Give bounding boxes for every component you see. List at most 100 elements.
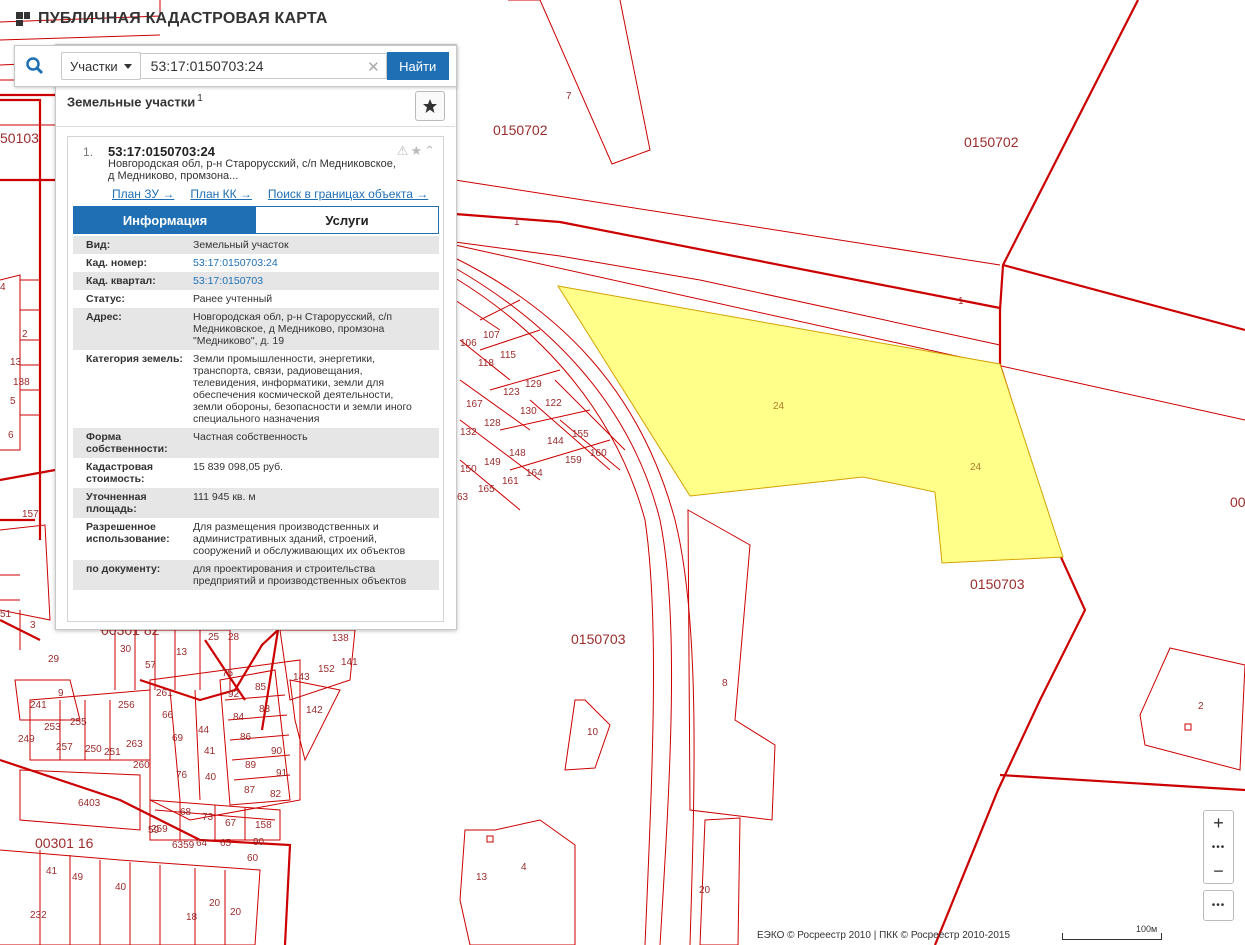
search-button[interactable]: Найти — [386, 52, 449, 80]
zoom-in-button[interactable]: + — [1204, 811, 1233, 835]
svg-text:257: 257 — [56, 742, 73, 753]
plan-kk-link[interactable]: План КК → — [190, 187, 252, 201]
info-value: Земли промышленности, энергетики, трансп… — [193, 353, 412, 425]
svg-text:91: 91 — [276, 768, 288, 779]
info-value: 111 945 кв. м — [193, 491, 256, 503]
svg-text:6403: 6403 — [78, 798, 101, 809]
results-title-text: Земельные участки — [67, 94, 196, 110]
info-row: Кад. номер: 53:17:0150703:24 — [73, 254, 439, 272]
info-key: Разрешенное использование: — [86, 521, 170, 545]
svg-text:152: 152 — [318, 664, 335, 675]
svg-text:59: 59 — [148, 825, 160, 836]
svg-text:4: 4 — [521, 862, 527, 873]
svg-text:69: 69 — [172, 733, 184, 744]
cadastral-number-link[interactable]: 53:17:0150703:24 — [193, 257, 413, 269]
info-key: Вид: — [86, 239, 111, 251]
cadastral-quarter-link[interactable]: 53:17:0150703 — [193, 275, 413, 287]
search-input[interactable]: 53:17:0150703:24 ✕ — [140, 53, 387, 79]
svg-text:256: 256 — [118, 700, 135, 711]
svg-text:64: 64 — [196, 838, 208, 849]
svg-text:41: 41 — [204, 746, 216, 757]
panel-divider — [56, 126, 455, 127]
svg-text:00: 00 — [1230, 494, 1245, 510]
info-value: Ранее учтенный — [193, 293, 273, 305]
clear-icon[interactable]: ✕ — [367, 58, 380, 76]
favorites-button[interactable] — [415, 91, 445, 121]
star-icon — [423, 99, 437, 113]
svg-text:2: 2 — [1198, 701, 1204, 712]
svg-text:73: 73 — [202, 812, 214, 823]
svg-text:60: 60 — [247, 853, 259, 864]
svg-text:107: 107 — [483, 330, 500, 341]
warning-icon[interactable]: ⚠ — [397, 143, 409, 159]
svg-text:92: 92 — [228, 689, 240, 700]
results-title: Земельные участки 1 — [67, 93, 203, 109]
info-value: 15 839 098,05 руб. — [193, 461, 284, 473]
info-key: Статус: — [86, 293, 125, 305]
svg-text:44: 44 — [198, 725, 210, 736]
info-key: Категория земель: — [86, 353, 183, 365]
app-title: ПУБЛИЧНАЯ КАДАСТРОВАЯ КАРТА — [38, 10, 328, 27]
svg-text:149: 149 — [484, 457, 501, 468]
svg-text:20: 20 — [699, 885, 711, 896]
svg-text:7: 7 — [566, 91, 572, 102]
svg-text:1: 1 — [958, 296, 964, 307]
zoom-out-button[interactable]: − — [1204, 859, 1233, 883]
tab-services[interactable]: Услуги — [256, 207, 438, 233]
info-key: Кад. номер: — [86, 257, 148, 269]
svg-text:0150703: 0150703 — [571, 631, 626, 647]
chevron-up-icon[interactable]: ⌃ — [424, 143, 435, 159]
card-title[interactable]: 53:17:0150703:24 — [108, 144, 215, 159]
more-button[interactable]: ••• — [1203, 890, 1234, 921]
svg-text:164: 164 — [526, 468, 543, 479]
info-key: Кадастровая стоимость: — [86, 461, 153, 485]
star-icon[interactable]: ★ — [410, 143, 422, 159]
svg-text:0150702: 0150702 — [493, 122, 548, 138]
search-in-bounds-link[interactable]: Поиск в границах объекта → — [268, 187, 428, 201]
svg-text:90: 90 — [271, 746, 283, 757]
svg-text:155: 155 — [572, 429, 589, 440]
svg-text:249: 249 — [18, 734, 35, 745]
card-tabs: Информация Услуги — [73, 206, 439, 234]
svg-text:122: 122 — [545, 398, 562, 409]
svg-text:68: 68 — [180, 807, 192, 818]
svg-text:86: 86 — [240, 732, 252, 743]
svg-text:167: 167 — [466, 399, 483, 410]
info-value: Земельный участок — [193, 239, 289, 251]
svg-text:158: 158 — [255, 820, 272, 831]
svg-text:123: 123 — [503, 387, 520, 398]
svg-text:89: 89 — [245, 760, 257, 771]
card-index: 1. — [83, 145, 94, 159]
svg-text:141: 141 — [341, 657, 358, 668]
card-links: План ЗУ → План КК → Поиск в границах объ… — [112, 187, 428, 201]
svg-text:57: 57 — [145, 660, 157, 671]
svg-text:8: 8 — [722, 678, 728, 689]
svg-text:261: 261 — [156, 688, 173, 699]
tab-information[interactable]: Информация — [74, 207, 256, 233]
svg-text:253: 253 — [44, 722, 61, 733]
svg-text:160: 160 — [590, 448, 607, 459]
copyright: ЕЭКО © Росреестр 2010 | ПКК © Росреестр … — [757, 930, 1011, 941]
svg-text:232: 232 — [30, 910, 47, 921]
scale-label: 100м — [1136, 924, 1158, 934]
parcel-card: 1. 53:17:0150703:24 Новгородская обл, р-… — [67, 136, 444, 622]
plan-zu-link[interactable]: План ЗУ → — [112, 187, 174, 201]
selected-parcel[interactable] — [556, 285, 1064, 564]
search-type-label: Участки — [70, 58, 118, 74]
svg-text:2: 2 — [22, 329, 28, 340]
svg-text:9: 9 — [58, 688, 64, 699]
svg-text:130: 130 — [520, 406, 537, 417]
info-row: Кадастровая стоимость: 15 839 098,05 руб. — [73, 458, 439, 488]
svg-text:28: 28 — [228, 632, 240, 643]
svg-text:51: 51 — [0, 609, 12, 620]
card-actions: ⚠ ★ ⌃ — [397, 143, 435, 159]
search-type-select[interactable]: Участки — [61, 52, 141, 80]
info-row: Разрешенное использование: Для размещения… — [73, 518, 439, 560]
svg-text:250: 250 — [85, 744, 102, 755]
zoom-dots[interactable]: ••• — [1204, 835, 1233, 859]
svg-text:40: 40 — [115, 882, 127, 893]
svg-text:41: 41 — [46, 866, 58, 877]
svg-text:24: 24 — [970, 462, 982, 473]
search-icon[interactable] — [15, 46, 55, 86]
svg-text:6359: 6359 — [172, 840, 195, 851]
